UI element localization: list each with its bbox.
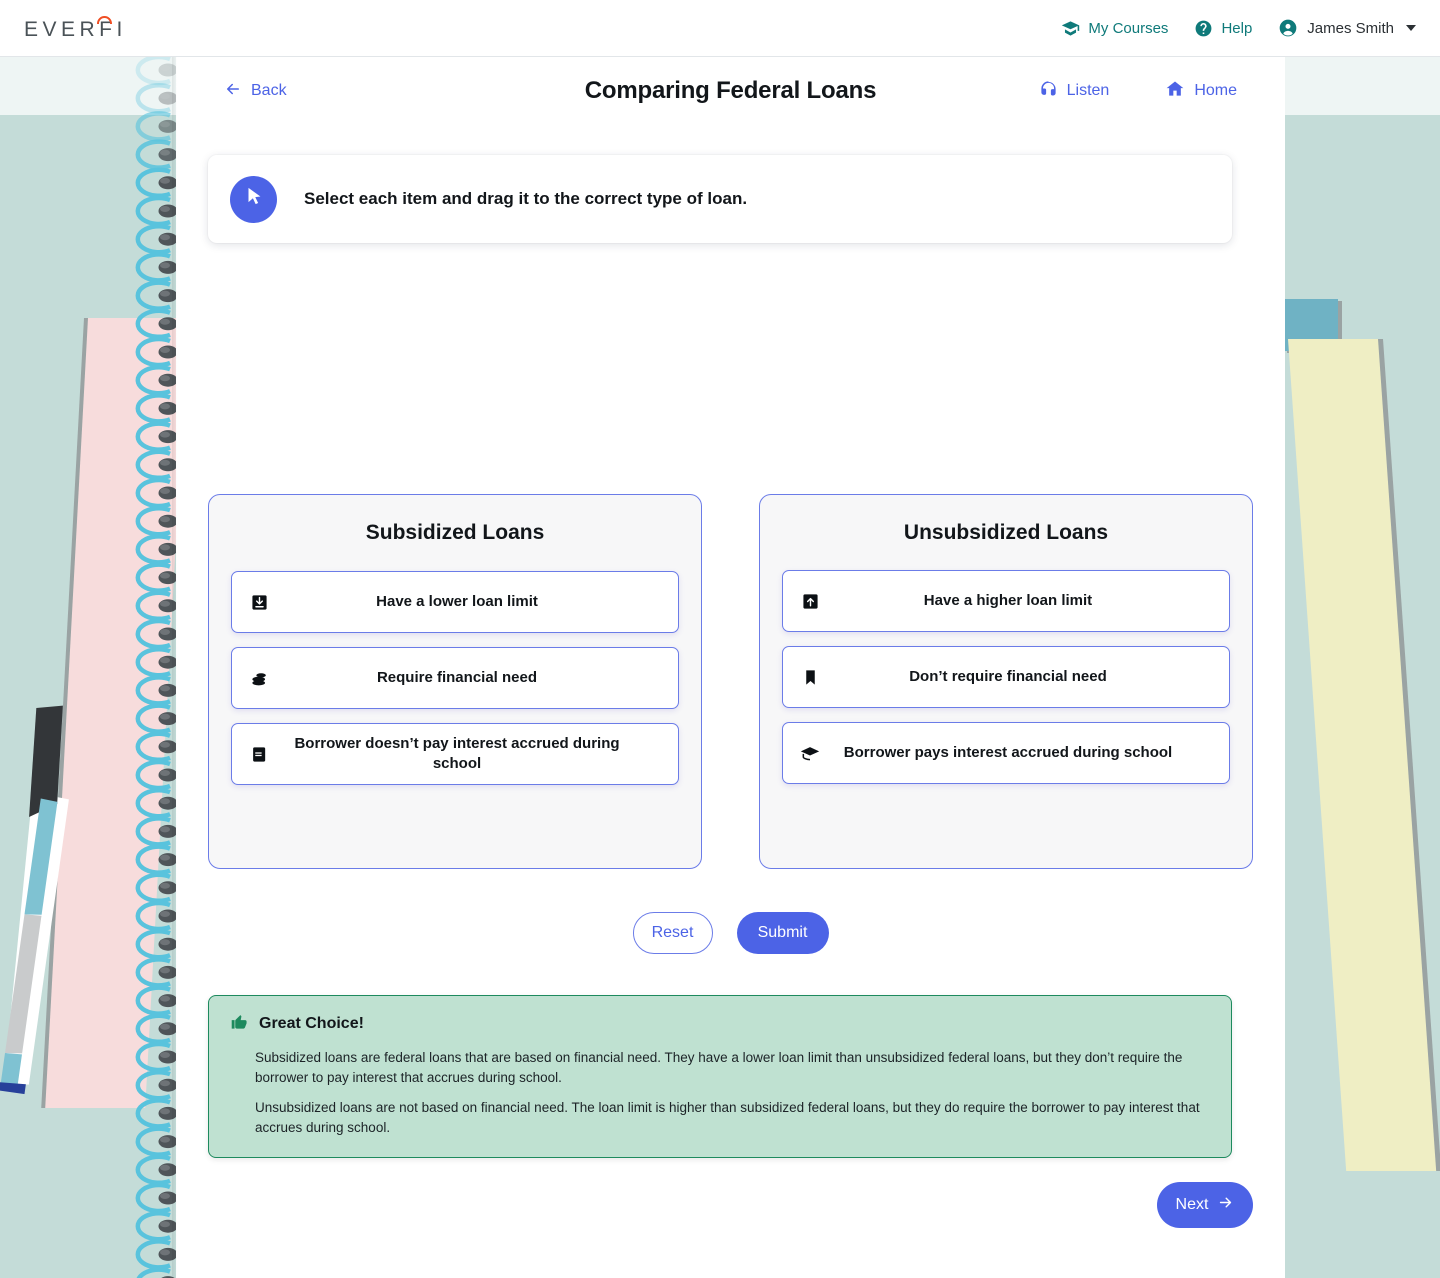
drop-zone-unsubsidized-title: Unsubsidized Loans [903,521,1109,544]
draggable-item[interactable]: Borrower doesn’t pay interest accrued du… [231,723,679,785]
arrow-right-icon [1217,1194,1234,1216]
question-circle-icon [1194,19,1213,38]
next-button[interactable]: Next [1157,1182,1253,1228]
next-button-container: Next [176,1182,1285,1228]
bookmark-icon [797,669,823,686]
coins-icon [246,669,272,688]
graduation-cap-icon [797,743,823,763]
drop-zone-subsidized-title: Subsidized Loans [365,521,545,544]
global-navbar: EVERFI My Courses Help James Smith [0,0,1440,57]
draggable-item-label: Borrower pays interest accrued during sc… [843,743,1173,761]
chevron-down-icon [1406,25,1416,31]
user-menu[interactable]: James Smith [1278,18,1416,38]
thumbs-up-icon [231,1013,248,1035]
draggable-item-label: Borrower doesn’t pay interest accrued du… [294,734,620,772]
draggable-item-label: Have a lower loan limit [376,592,538,610]
arrow-down-box-icon [246,594,272,611]
draggable-item[interactable]: Don’t require financial need [782,646,1230,708]
book-icon [246,746,272,763]
logo-arc-icon [96,16,112,24]
nav-item-my-courses[interactable]: My Courses [1061,19,1168,38]
home-button-label: Home [1194,82,1237,99]
cursor-pointer-icon [243,186,265,213]
feedback-paragraph-1: Subsidized loans are federal loans that … [255,1050,1183,1085]
listen-button-label: Listen [1066,82,1110,99]
feedback-title: Great Choice! [259,1015,364,1032]
drop-zone-unsubsidized[interactable]: Unsubsidized Loans Have a higher loan li… [759,494,1253,869]
nav-item-help[interactable]: Help [1194,19,1252,38]
arrow-up-box-icon [797,593,823,610]
feedback-heading: Great Choice! [231,1013,1209,1035]
draggable-item-label: Require financial need [376,668,538,686]
global-nav-links: My Courses Help James Smith [1061,18,1416,38]
next-button-label: Next [1175,1196,1209,1213]
draggable-item[interactable]: Borrower pays interest accrued during sc… [782,722,1230,784]
home-button[interactable]: Home [1165,79,1237,104]
avatar-icon [1278,18,1298,38]
draggable-item-label: Have a higher loan limit [923,591,1093,609]
draggable-item-label: Don’t require financial need [909,667,1107,685]
headphones-icon [1039,79,1058,103]
feedback-paragraph-2: Unsubsidized loans are not based on fina… [255,1100,1200,1135]
nav-item-my-courses-label: My Courses [1088,19,1169,37]
panel-edge-shadow [172,57,177,1278]
listen-button[interactable]: Listen [1039,79,1110,103]
home-icon [1165,79,1185,104]
user-name-label: James Smith [1307,19,1394,37]
lesson-header: Back Comparing Federal Loans Listen Home [176,57,1285,125]
action-buttons: Reset Submit [176,912,1285,954]
everfi-logo[interactable]: EVERFI [24,14,127,42]
drop-zone-subsidized[interactable]: Subsidized Loans Have a lower loan limit… [208,494,702,869]
feedback-panel: Great Choice! Subsidized loans are feder… [208,995,1232,1159]
instruction-banner: Select each item and drag it to the corr… [208,155,1232,243]
instruction-text: Select each item and drag it to the corr… [304,189,748,208]
reset-button[interactable]: Reset [632,912,713,954]
cursor-badge [230,175,277,223]
draggable-item[interactable]: Require financial need [231,647,679,709]
submit-button[interactable]: Submit [736,912,829,954]
graduation-cap-icon [1061,19,1080,38]
draggable-item[interactable]: Have a higher loan limit [782,570,1230,632]
content-panel: Back Comparing Federal Loans Listen Home [176,57,1285,1278]
draggable-item[interactable]: Have a lower loan limit [231,571,679,633]
nav-item-help-label: Help [1221,19,1253,37]
lesson-header-actions: Listen Home [1039,79,1237,104]
app-screen: EVERFI My Courses Help James Smith Back … [0,0,1440,1278]
drop-zones: Subsidized Loans Have a lower loan limit… [208,494,1253,869]
